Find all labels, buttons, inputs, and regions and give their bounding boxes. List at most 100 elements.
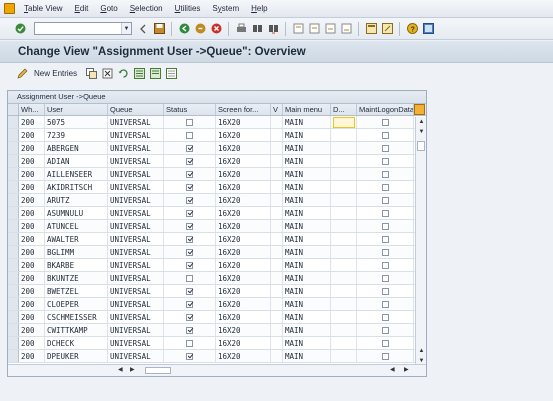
cell-d[interactable]	[331, 129, 357, 141]
cell-d[interactable]	[331, 350, 357, 362]
col-header-maint-logon-data[interactable]: MaintLogonData	[357, 104, 414, 115]
status-checkbox[interactable]	[186, 287, 193, 295]
maint-logon-data-checkbox[interactable]	[381, 209, 389, 217]
new-session-icon[interactable]	[365, 23, 377, 35]
maint-logon-data-checkbox[interactable]	[381, 352, 389, 360]
cell-v[interactable]	[271, 129, 283, 141]
maint-logon-data-checkbox[interactable]	[381, 157, 389, 165]
system-menu-icon[interactable]	[0, 0, 18, 18]
cell-screen-format[interactable]: 16X20	[216, 272, 271, 284]
maint-logon-data-checkbox[interactable]	[381, 287, 389, 295]
cell-main-menu[interactable]: MAIN	[283, 129, 331, 141]
cell-screen-format[interactable]: 16X20	[216, 285, 271, 297]
col-header-v[interactable]: V	[271, 104, 283, 115]
cell-v[interactable]	[271, 233, 283, 245]
cell-d[interactable]	[331, 168, 357, 180]
status-checkbox[interactable]	[186, 183, 193, 191]
maint-logon-data-checkbox[interactable]	[381, 222, 389, 230]
scroll-left-end-icon[interactable]: ◀	[390, 366, 395, 373]
cell-screen-format[interactable]: 16X20	[216, 207, 271, 219]
cell-d[interactable]	[331, 311, 357, 323]
maint-logon-data-checkbox[interactable]	[381, 274, 389, 282]
col-header-user[interactable]: User	[45, 104, 108, 115]
cell-queue[interactable]: UNIVERSAL	[108, 324, 164, 336]
cell-main-menu[interactable]: MAIN	[283, 246, 331, 258]
row-selector[interactable]	[8, 272, 19, 284]
menu-table-view[interactable]: Table View	[18, 0, 69, 18]
cell-main-menu[interactable]: MAIN	[283, 142, 331, 154]
cell-v[interactable]	[271, 142, 283, 154]
col-header-main-menu[interactable]: Main menu	[283, 104, 331, 115]
cell-v[interactable]	[271, 324, 283, 336]
status-checkbox[interactable]	[186, 144, 193, 152]
cell-queue[interactable]: UNIVERSAL	[108, 337, 164, 349]
row-selector[interactable]	[8, 155, 19, 167]
cell-main-menu[interactable]: MAIN	[283, 324, 331, 336]
cell-d[interactable]	[331, 298, 357, 310]
cell-queue[interactable]: UNIVERSAL	[108, 220, 164, 232]
cell-screen-format[interactable]: 16X20	[216, 129, 271, 141]
row-selector[interactable]	[8, 181, 19, 193]
status-checkbox[interactable]	[186, 157, 193, 165]
cell-v[interactable]	[271, 220, 283, 232]
find-next-icon[interactable]	[267, 23, 279, 35]
scroll-up-icon[interactable]: ▲	[416, 117, 427, 127]
maint-logon-data-checkbox[interactable]	[381, 261, 389, 269]
select-block-icon[interactable]	[149, 68, 161, 80]
cell-v[interactable]	[271, 298, 283, 310]
row-selector[interactable]	[8, 298, 19, 310]
cell-d[interactable]	[331, 233, 357, 245]
menu-help[interactable]: Help	[245, 0, 273, 18]
cell-d[interactable]	[331, 155, 357, 167]
cell-screen-format[interactable]: 16X20	[216, 220, 271, 232]
new-entries-button[interactable]: New Entries	[34, 69, 77, 78]
cell-v[interactable]	[271, 116, 283, 128]
cell-v[interactable]	[271, 155, 283, 167]
cell-main-menu[interactable]: MAIN	[283, 155, 331, 167]
row-selector[interactable]	[8, 246, 19, 258]
cell-screen-format[interactable]: 16X20	[216, 246, 271, 258]
cell-screen-format[interactable]: 16X20	[216, 298, 271, 310]
cell-screen-format[interactable]: 16X20	[216, 142, 271, 154]
menu-edit[interactable]: Edit	[69, 0, 95, 18]
d-input-field[interactable]	[333, 117, 355, 128]
cell-queue[interactable]: UNIVERSAL	[108, 207, 164, 219]
row-selector[interactable]	[8, 168, 19, 180]
cell-d[interactable]	[331, 116, 357, 128]
cell-screen-format[interactable]: 16X20	[216, 155, 271, 167]
vertical-scrollbar[interactable]: ▲ ▼ ▲ ▼	[415, 117, 426, 366]
status-checkbox[interactable]	[186, 248, 193, 256]
select-all-header[interactable]	[8, 104, 19, 115]
cell-queue[interactable]: UNIVERSAL	[108, 168, 164, 180]
row-selector[interactable]	[8, 285, 19, 297]
cell-main-menu[interactable]: MAIN	[283, 168, 331, 180]
status-checkbox[interactable]	[186, 339, 193, 347]
cell-main-menu[interactable]: MAIN	[283, 220, 331, 232]
cell-d[interactable]	[331, 194, 357, 206]
cell-v[interactable]	[271, 246, 283, 258]
cell-screen-format[interactable]: 16X20	[216, 259, 271, 271]
status-checkbox[interactable]	[186, 313, 193, 321]
status-checkbox[interactable]	[186, 131, 193, 139]
maint-logon-data-checkbox[interactable]	[381, 183, 389, 191]
cell-queue[interactable]: UNIVERSAL	[108, 233, 164, 245]
row-selector[interactable]	[8, 207, 19, 219]
cell-queue[interactable]: UNIVERSAL	[108, 194, 164, 206]
scroll-right-icon[interactable]: ▶	[404, 366, 409, 373]
status-checkbox[interactable]	[186, 196, 193, 204]
row-selector[interactable]	[8, 194, 19, 206]
status-checkbox[interactable]	[186, 300, 193, 308]
cell-v[interactable]	[271, 311, 283, 323]
command-dropdown-icon[interactable]: ▼	[121, 23, 131, 34]
cell-main-menu[interactable]: MAIN	[283, 311, 331, 323]
copy-as-icon[interactable]	[85, 68, 97, 80]
row-selector[interactable]	[8, 116, 19, 128]
horizontal-scrollbar[interactable]: ◀ ▶ ◀ ▶	[8, 364, 426, 376]
cell-main-menu[interactable]: MAIN	[283, 350, 331, 362]
maint-logon-data-checkbox[interactable]	[381, 118, 389, 126]
scroll-down-small-icon[interactable]: ▼	[416, 127, 427, 137]
row-selector[interactable]	[8, 350, 19, 362]
row-selector[interactable]	[8, 233, 19, 245]
col-header-queue[interactable]: Queue	[108, 104, 164, 115]
scroll-right-small-icon[interactable]: ▶	[130, 366, 135, 373]
